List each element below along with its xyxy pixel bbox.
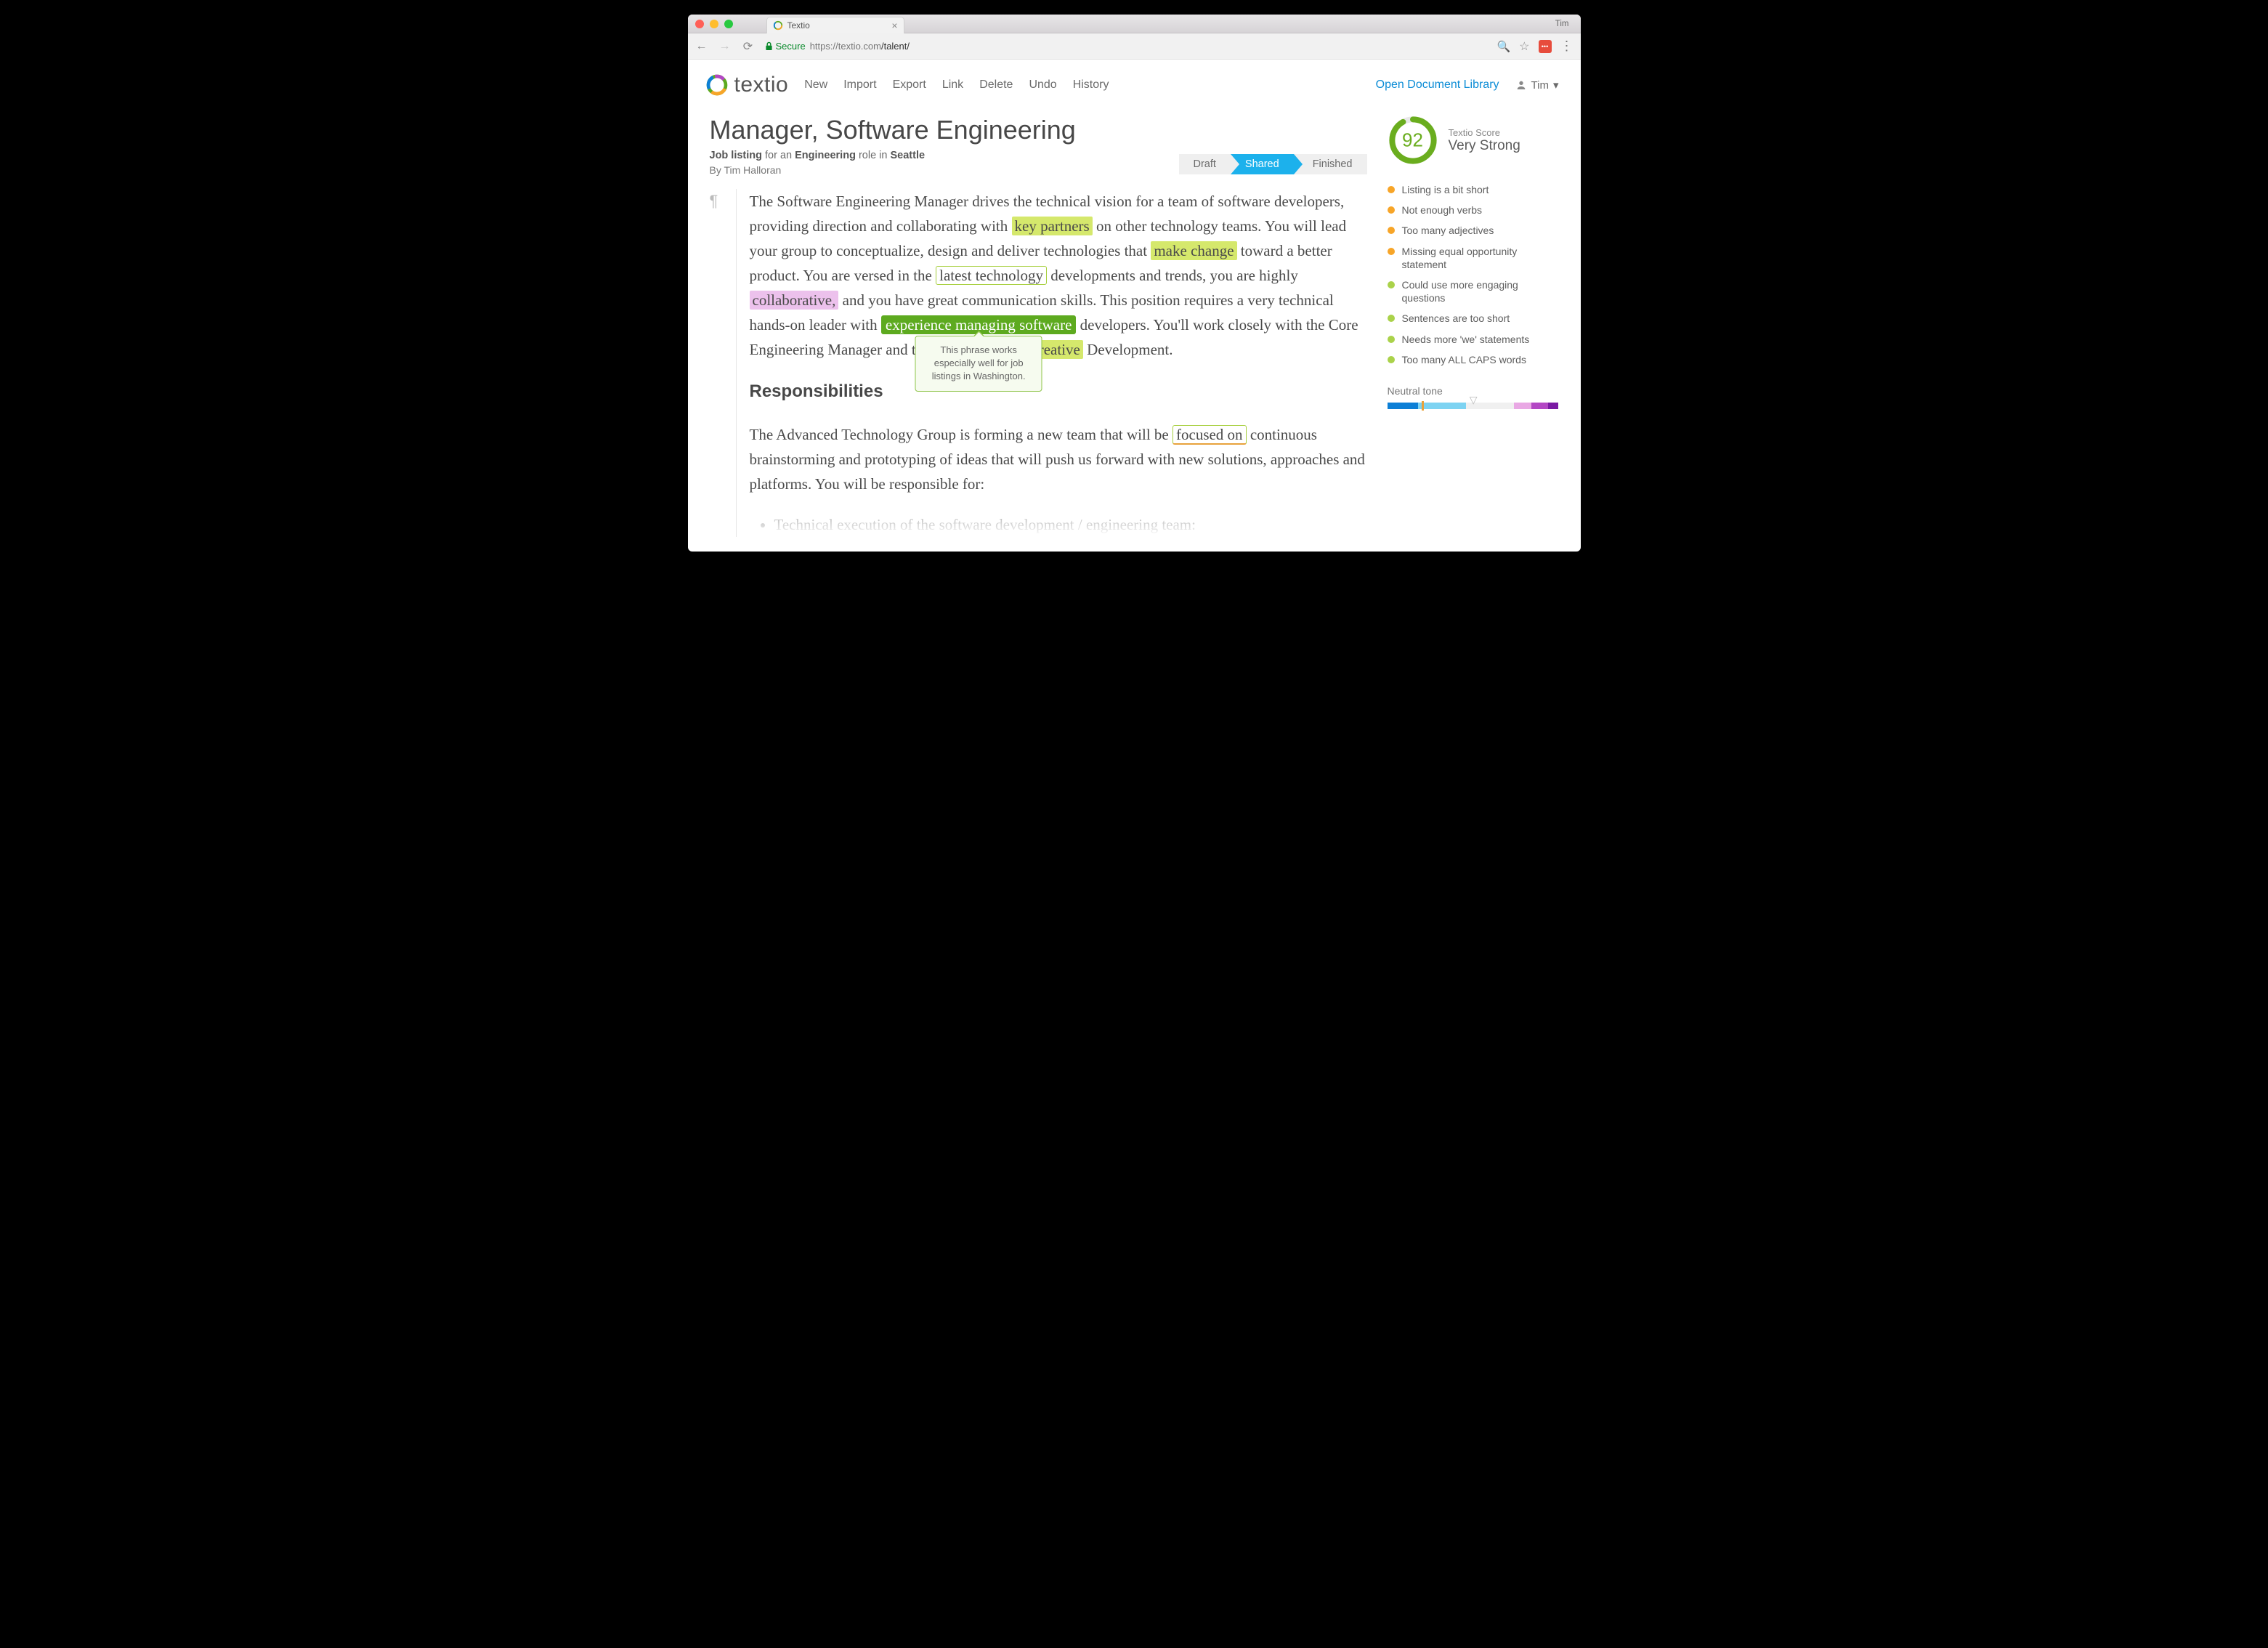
heading-responsibilities[interactable]: Responsibilities xyxy=(750,378,1367,406)
issue-item[interactable]: Sentences are too short xyxy=(1388,312,1559,325)
lock-icon xyxy=(765,41,773,51)
user-menu[interactable]: Tim ▾ xyxy=(1515,78,1559,92)
main-area: Manager, Software Engineering Job listin… xyxy=(688,110,1581,552)
highlight-latest-tech[interactable]: latest technology xyxy=(936,266,1047,285)
tone-caret-icon: ▽ xyxy=(1470,394,1478,406)
extension-icon[interactable]: ••• xyxy=(1539,40,1552,53)
issue-dot-icon xyxy=(1388,315,1395,322)
issue-text: Too many ALL CAPS words xyxy=(1402,353,1526,366)
paragraph-2[interactable]: The Advanced Technology Group is forming… xyxy=(750,422,1367,496)
score-strength: Very Strong xyxy=(1449,138,1520,154)
reload-button[interactable]: ⟳ xyxy=(742,39,755,54)
favicon-icon xyxy=(773,20,783,31)
paragraph-1[interactable]: The Software Engineering Manager drives … xyxy=(750,189,1367,362)
highlight-collaborative[interactable]: collaborative, xyxy=(750,291,839,310)
menu-import[interactable]: Import xyxy=(843,78,876,92)
tab-title: Textio xyxy=(787,20,810,31)
traffic-lights xyxy=(695,20,733,28)
browser-tab[interactable]: Textio × xyxy=(766,17,904,33)
issue-item[interactable]: Could use more engaging questions xyxy=(1388,278,1559,304)
issue-item[interactable]: Too many adjectives xyxy=(1388,224,1559,237)
user-icon xyxy=(1515,79,1527,91)
issue-text: Listing is a bit short xyxy=(1402,183,1489,196)
issue-item[interactable]: Listing is a bit short xyxy=(1388,183,1559,196)
issue-item[interactable]: Needs more 'we' statements xyxy=(1388,333,1559,346)
issue-dot-icon xyxy=(1388,356,1395,363)
browser-window: Textio × Tim ← → ⟳ Secure https://textio… xyxy=(688,15,1581,552)
status-finished[interactable]: Finished xyxy=(1294,154,1367,174)
menu-undo[interactable]: Undo xyxy=(1029,78,1056,92)
logo-icon xyxy=(705,73,729,97)
score-circle: 92 xyxy=(1388,115,1438,166)
logo[interactable]: textio xyxy=(705,73,789,97)
forward-button[interactable]: → xyxy=(718,40,732,53)
phrase-tooltip: This phrase works especially well for jo… xyxy=(915,336,1042,392)
issue-dot-icon xyxy=(1388,248,1395,255)
back-button[interactable]: ← xyxy=(695,40,708,53)
issue-dot-icon xyxy=(1388,227,1395,234)
content-column[interactable]: The Software Engineering Manager drives … xyxy=(736,189,1367,537)
issue-list: Listing is a bit short Not enough verbs To… xyxy=(1388,183,1559,366)
score-widget[interactable]: 92 Textio Score Very Strong xyxy=(1388,115,1559,166)
tone-bar: ▽ xyxy=(1388,403,1559,409)
profile-label: Tim xyxy=(1555,20,1574,28)
zoom-icon[interactable]: 🔍 xyxy=(1497,40,1510,53)
issue-dot-icon xyxy=(1388,186,1395,193)
menu-history[interactable]: History xyxy=(1073,78,1109,92)
tone-marker xyxy=(1422,401,1424,411)
highlight-key-partners[interactable]: key partners xyxy=(1012,217,1093,235)
menu-new[interactable]: New xyxy=(804,78,827,92)
issue-item[interactable]: Missing equal opportunity statement xyxy=(1388,245,1559,271)
url-field[interactable]: Secure https://textio.com/talent/ xyxy=(765,41,1487,52)
issue-item[interactable]: Not enough verbs xyxy=(1388,203,1559,217)
tone-widget[interactable]: Neutral tone ▽ xyxy=(1388,385,1559,409)
secure-label: Secure xyxy=(776,41,806,52)
app-header: textio New Import Export Link Delete Und… xyxy=(688,60,1581,110)
bullet-list[interactable]: Technical execution of the software deve… xyxy=(750,512,1367,537)
sidebar: 92 Textio Score Very Strong Listing is a… xyxy=(1388,115,1559,537)
address-bar: ← → ⟳ Secure https://textio.com/talent/ … xyxy=(688,33,1581,60)
browser-menu-button[interactable]: ⋮ xyxy=(1560,39,1574,54)
menu-export[interactable]: Export xyxy=(893,78,926,92)
user-name: Tim xyxy=(1531,79,1549,92)
document-body: ¶ The Software Engineering Manager drive… xyxy=(710,189,1367,537)
issue-text: Not enough verbs xyxy=(1402,203,1483,217)
window-titlebar: Textio × Tim xyxy=(688,15,1581,33)
menu-link[interactable]: Link xyxy=(942,78,963,92)
maximize-window-button[interactable] xyxy=(724,20,733,28)
issue-dot-icon xyxy=(1388,281,1395,288)
bullet-item[interactable]: Technical execution of the software deve… xyxy=(774,512,1367,537)
issue-text: Needs more 'we' statements xyxy=(1402,333,1530,346)
close-window-button[interactable] xyxy=(695,20,704,28)
highlight-experience[interactable]: experience managing softwareThis phrase … xyxy=(881,315,1077,334)
score-number: 92 xyxy=(1402,129,1423,152)
issue-text: Could use more engaging questions xyxy=(1402,278,1559,304)
close-tab-button[interactable]: × xyxy=(891,20,897,31)
status-shared[interactable]: Shared xyxy=(1231,154,1294,174)
status-bar: Draft Shared Finished xyxy=(1179,154,1367,174)
pilcrow-icon: ¶ xyxy=(710,189,724,537)
highlight-make-change[interactable]: make change xyxy=(1151,241,1236,260)
star-icon[interactable]: ☆ xyxy=(1519,39,1529,54)
chevron-down-icon: ▾ xyxy=(1553,78,1559,92)
highlight-focused-on[interactable]: focused on xyxy=(1173,425,1247,445)
issue-text: Too many adjectives xyxy=(1402,224,1494,237)
issue-item[interactable]: Too many ALL CAPS words xyxy=(1388,353,1559,366)
issue-dot-icon xyxy=(1388,336,1395,343)
issue-text: Sentences are too short xyxy=(1402,312,1510,325)
document-title[interactable]: Manager, Software Engineering xyxy=(710,115,1367,145)
minimize-window-button[interactable] xyxy=(710,20,718,28)
open-library-link[interactable]: Open Document Library xyxy=(1376,78,1499,92)
issue-dot-icon xyxy=(1388,206,1395,214)
score-label: Textio Score xyxy=(1449,127,1520,138)
status-draft[interactable]: Draft xyxy=(1179,154,1231,174)
logo-text: textio xyxy=(734,73,789,97)
issue-text: Missing equal opportunity statement xyxy=(1402,245,1559,271)
document-column: Manager, Software Engineering Job listin… xyxy=(710,115,1367,537)
menu-delete[interactable]: Delete xyxy=(979,78,1013,92)
